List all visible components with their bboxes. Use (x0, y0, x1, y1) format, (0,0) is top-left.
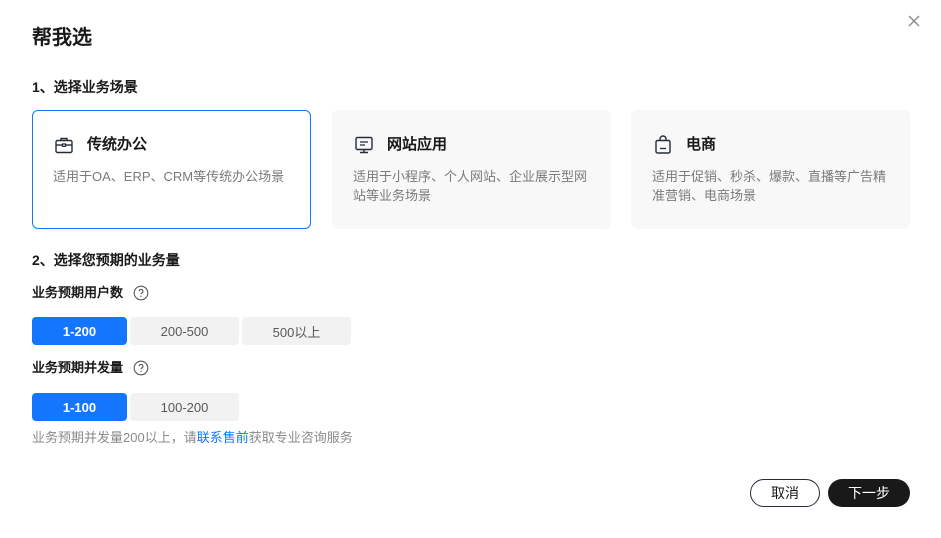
close-button[interactable] (905, 12, 923, 30)
briefcase-icon (53, 134, 75, 156)
concurrency-segmented-control: 1-100 100-200 (32, 393, 242, 421)
concurrency-option-100-200[interactable]: 100-200 (130, 393, 239, 421)
card-description: 适用于小程序、个人网站、企业展示型网站等业务场景 (353, 169, 588, 203)
shopping-bag-icon (652, 134, 674, 156)
scenario-card-website[interactable]: 网站应用 适用于小程序、个人网站、企业展示型网站等业务场景 (332, 110, 611, 229)
contact-presales-link[interactable]: 联系售前 (197, 430, 249, 445)
card-title: 传统办公 (87, 136, 148, 153)
card-description: 适用于OA、ERP、CRM等传统办公场景 (53, 169, 285, 184)
monitor-icon (353, 134, 375, 156)
users-label-text: 业务预期用户数 (32, 285, 124, 300)
card-description: 适用于促销、秒杀、爆款、直播等广告精准营销、电商场景 (652, 169, 887, 203)
concurrency-label-text: 业务预期并发量 (32, 360, 124, 375)
users-option-1-200[interactable]: 1-200 (32, 317, 127, 345)
users-option-500-plus[interactable]: 500以上 (242, 317, 351, 345)
scenario-card-office[interactable]: 传统办公 适用于OA、ERP、CRM等传统办公场景 (32, 110, 311, 229)
next-step-button[interactable]: 下一步 (828, 479, 910, 507)
concurrency-option-1-100[interactable]: 1-100 (32, 393, 127, 421)
card-header: 传统办公 (53, 133, 290, 157)
concurrency-field-label: 业务预期并发量 (32, 358, 149, 378)
card-header: 电商 (652, 133, 889, 157)
scenario-card-ecommerce[interactable]: 电商 适用于促销、秒杀、爆款、直播等广告精准营销、电商场景 (631, 110, 910, 229)
users-segmented-control: 1-200 200-500 500以上 (32, 317, 354, 345)
section-title-volume: 2、选择您预期的业务量 (32, 252, 180, 268)
cancel-button[interactable]: 取消 (750, 479, 820, 507)
card-header: 网站应用 (353, 133, 590, 157)
users-option-200-500[interactable]: 200-500 (130, 317, 239, 345)
help-icon[interactable] (133, 285, 149, 301)
close-icon (908, 15, 920, 27)
hint-suffix: 获取专业咨询服务 (248, 430, 353, 445)
hint-prefix: 业务预期并发量200以上，请 (32, 430, 197, 445)
card-title: 电商 (686, 136, 717, 153)
users-field-label: 业务预期用户数 (32, 283, 149, 303)
dialog-title: 帮我选 (32, 27, 92, 49)
section-title-scenario: 1、选择业务场景 (32, 79, 138, 95)
help-icon[interactable] (133, 360, 149, 376)
concurrency-hint: 业务预期并发量200以上，请联系售前获取专业咨询服务 (32, 429, 353, 447)
card-title: 网站应用 (387, 136, 448, 153)
